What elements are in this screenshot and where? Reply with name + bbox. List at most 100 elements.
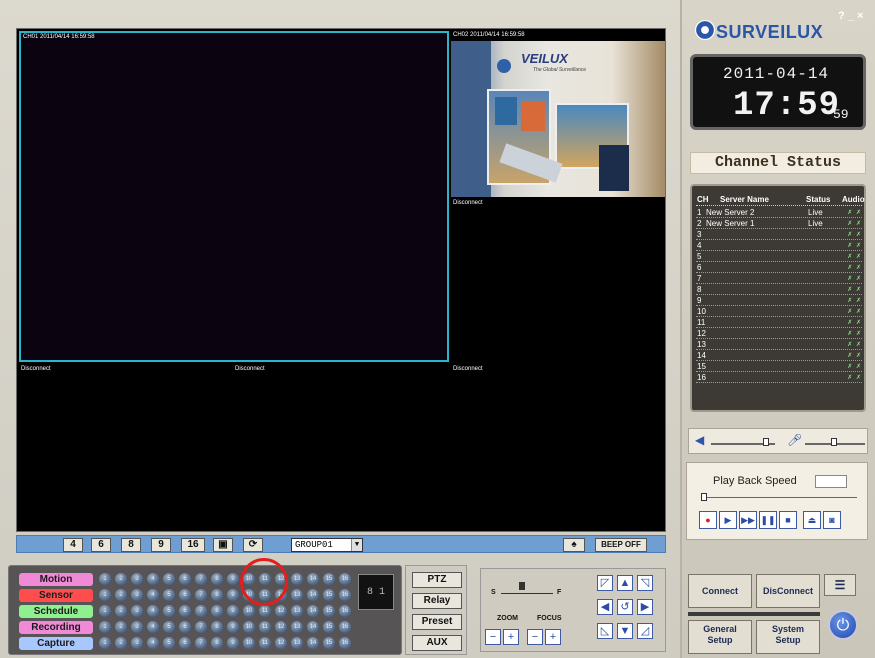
- audio-icon[interactable]: ✗ ✗: [847, 252, 862, 262]
- video-tile-ch01[interactable]: CH01 2011/04/14 16:59:58: [19, 31, 449, 362]
- sensor-button[interactable]: Sensor: [19, 589, 93, 602]
- schedule-button[interactable]: Schedule: [19, 605, 93, 618]
- channel-dot-13[interactable]: 13: [291, 589, 303, 601]
- channel-status-row[interactable]: 16 ✗ ✗: [696, 373, 862, 383]
- window-controls[interactable]: ? _ ×: [838, 10, 863, 22]
- audio-icon[interactable]: ✗ ✗: [847, 219, 862, 229]
- video-tile-ch06[interactable]: Disconnect: [451, 363, 665, 529]
- channel-status-row[interactable]: 15 ✗ ✗: [696, 362, 862, 372]
- tilt-down-icon[interactable]: ▼: [617, 623, 633, 639]
- channel-dot-14[interactable]: 14: [307, 605, 319, 617]
- channel-dot-8[interactable]: 8: [211, 589, 223, 601]
- channel-dot-14[interactable]: 14: [307, 573, 319, 585]
- tilt-up-icon[interactable]: ▲: [617, 575, 633, 591]
- channel-dot-3[interactable]: 3: [131, 605, 143, 617]
- channel-dot-2[interactable]: 2: [115, 573, 127, 585]
- channel-status-row[interactable]: 7 ✗ ✗: [696, 274, 862, 284]
- system-setup-button[interactable]: System Setup: [756, 620, 820, 654]
- preset-button[interactable]: Preset: [412, 614, 462, 630]
- channel-dot-14[interactable]: 14: [307, 589, 319, 601]
- aux-button[interactable]: AUX: [412, 635, 462, 651]
- channel-dot-12[interactable]: 12: [275, 637, 287, 649]
- mic-volume-knob[interactable]: [831, 438, 837, 446]
- sequence-icon[interactable]: ⟳: [243, 538, 263, 552]
- fullscreen-icon[interactable]: ▣: [213, 538, 233, 552]
- channel-dot-15[interactable]: 15: [323, 621, 335, 633]
- channel-dot-8[interactable]: 8: [211, 573, 223, 585]
- split-4-button[interactable]: 4: [63, 538, 83, 552]
- disconnect-button[interactable]: DisConnect: [756, 574, 820, 608]
- channel-dot-8[interactable]: 8: [211, 621, 223, 633]
- zoom-in-icon[interactable]: +: [503, 629, 519, 645]
- channel-dot-15[interactable]: 15: [323, 589, 335, 601]
- audio-icon[interactable]: ✗ ✗: [847, 373, 862, 383]
- general-setup-button[interactable]: General Setup: [688, 620, 752, 654]
- channel-dot-7[interactable]: 7: [195, 605, 207, 617]
- log-icon[interactable]: ☰: [824, 574, 856, 596]
- channel-dot-1[interactable]: 1: [99, 621, 111, 633]
- channel-dot-7[interactable]: 7: [195, 621, 207, 633]
- channel-status-row[interactable]: 12 ✗ ✗: [696, 329, 862, 339]
- audio-icon[interactable]: ✗ ✗: [847, 296, 862, 306]
- audio-icon[interactable]: ✗ ✗: [847, 351, 862, 361]
- channel-dot-16[interactable]: 16: [339, 573, 351, 585]
- channel-dot-4[interactable]: 4: [147, 573, 159, 585]
- channel-dot-13[interactable]: 13: [291, 605, 303, 617]
- channel-dot-2[interactable]: 2: [115, 589, 127, 601]
- channel-dot-11[interactable]: 11: [259, 621, 271, 633]
- playback-speed-knob[interactable]: [701, 493, 707, 501]
- channel-status-row[interactable]: 5 ✗ ✗: [696, 252, 862, 262]
- audio-icon[interactable]: ✗ ✗: [847, 340, 862, 350]
- channel-dot-5[interactable]: 5: [163, 637, 175, 649]
- audio-icon[interactable]: ✗ ✗: [847, 241, 862, 251]
- channel-dot-15[interactable]: 15: [323, 605, 335, 617]
- audio-icon[interactable]: ✗ ✗: [847, 318, 862, 328]
- channel-dot-14[interactable]: 14: [307, 637, 319, 649]
- channel-status-row[interactable]: 10 ✗ ✗: [696, 307, 862, 317]
- channel-dot-14[interactable]: 14: [307, 621, 319, 633]
- eject-icon[interactable]: ⏏: [803, 511, 821, 529]
- group-select[interactable]: GROUP01 ▼: [291, 538, 363, 552]
- channel-dot-6[interactable]: 6: [179, 573, 191, 585]
- channel-dot-5[interactable]: 5: [163, 573, 175, 585]
- channel-dot-1[interactable]: 1: [99, 637, 111, 649]
- channel-dot-16[interactable]: 16: [339, 637, 351, 649]
- relay-button[interactable]: Relay: [412, 593, 462, 609]
- channel-dot-13[interactable]: 13: [291, 573, 303, 585]
- split-6-button[interactable]: 6: [91, 538, 111, 552]
- channel-dot-6[interactable]: 6: [179, 637, 191, 649]
- channel-dot-3[interactable]: 3: [131, 573, 143, 585]
- channel-dot-9[interactable]: 9: [227, 605, 239, 617]
- fast-forward-icon[interactable]: ▶▶: [739, 511, 757, 529]
- speaker-volume-knob[interactable]: [763, 438, 769, 446]
- record-icon[interactable]: ●: [699, 511, 717, 529]
- ptz-button[interactable]: PTZ: [412, 572, 462, 588]
- audio-icon[interactable]: ✗ ✗: [847, 329, 862, 339]
- video-tile-ch05[interactable]: Disconnect: [233, 363, 449, 529]
- channel-dot-2[interactable]: 2: [115, 621, 127, 633]
- channel-status-row[interactable]: 4 ✗ ✗: [696, 241, 862, 251]
- channel-dot-10[interactable]: 10: [243, 605, 255, 617]
- channel-dot-7[interactable]: 7: [195, 589, 207, 601]
- focus-in-icon[interactable]: +: [545, 629, 561, 645]
- channel-dot-2[interactable]: 2: [115, 605, 127, 617]
- ptz-home-icon[interactable]: ↺: [617, 599, 633, 615]
- channel-dot-9[interactable]: 9: [227, 573, 239, 585]
- video-tile-ch03[interactable]: Disconnect: [451, 197, 665, 363]
- channel-dot-4[interactable]: 4: [147, 621, 159, 633]
- channel-status-row[interactable]: 1 New Server 2 Live ✗ ✗: [696, 208, 862, 218]
- channel-status-row[interactable]: 9 ✗ ✗: [696, 296, 862, 306]
- video-tile-ch04[interactable]: Disconnect: [19, 363, 233, 529]
- zoom-out-icon[interactable]: −: [485, 629, 501, 645]
- recording-button[interactable]: Recording: [19, 621, 93, 634]
- pan-up-right-icon[interactable]: ◹: [637, 575, 653, 591]
- channel-status-row[interactable]: 14 ✗ ✗: [696, 351, 862, 361]
- power-icon[interactable]: ⏻: [828, 610, 858, 640]
- channel-status-row[interactable]: 8 ✗ ✗: [696, 285, 862, 295]
- channel-dot-9[interactable]: 9: [227, 621, 239, 633]
- audio-icon[interactable]: ✗ ✗: [847, 208, 862, 218]
- channel-dot-13[interactable]: 13: [291, 637, 303, 649]
- audio-icon[interactable]: ✗ ✗: [847, 263, 862, 273]
- channel-dot-1[interactable]: 1: [99, 605, 111, 617]
- audio-icon[interactable]: ✗ ✗: [847, 362, 862, 372]
